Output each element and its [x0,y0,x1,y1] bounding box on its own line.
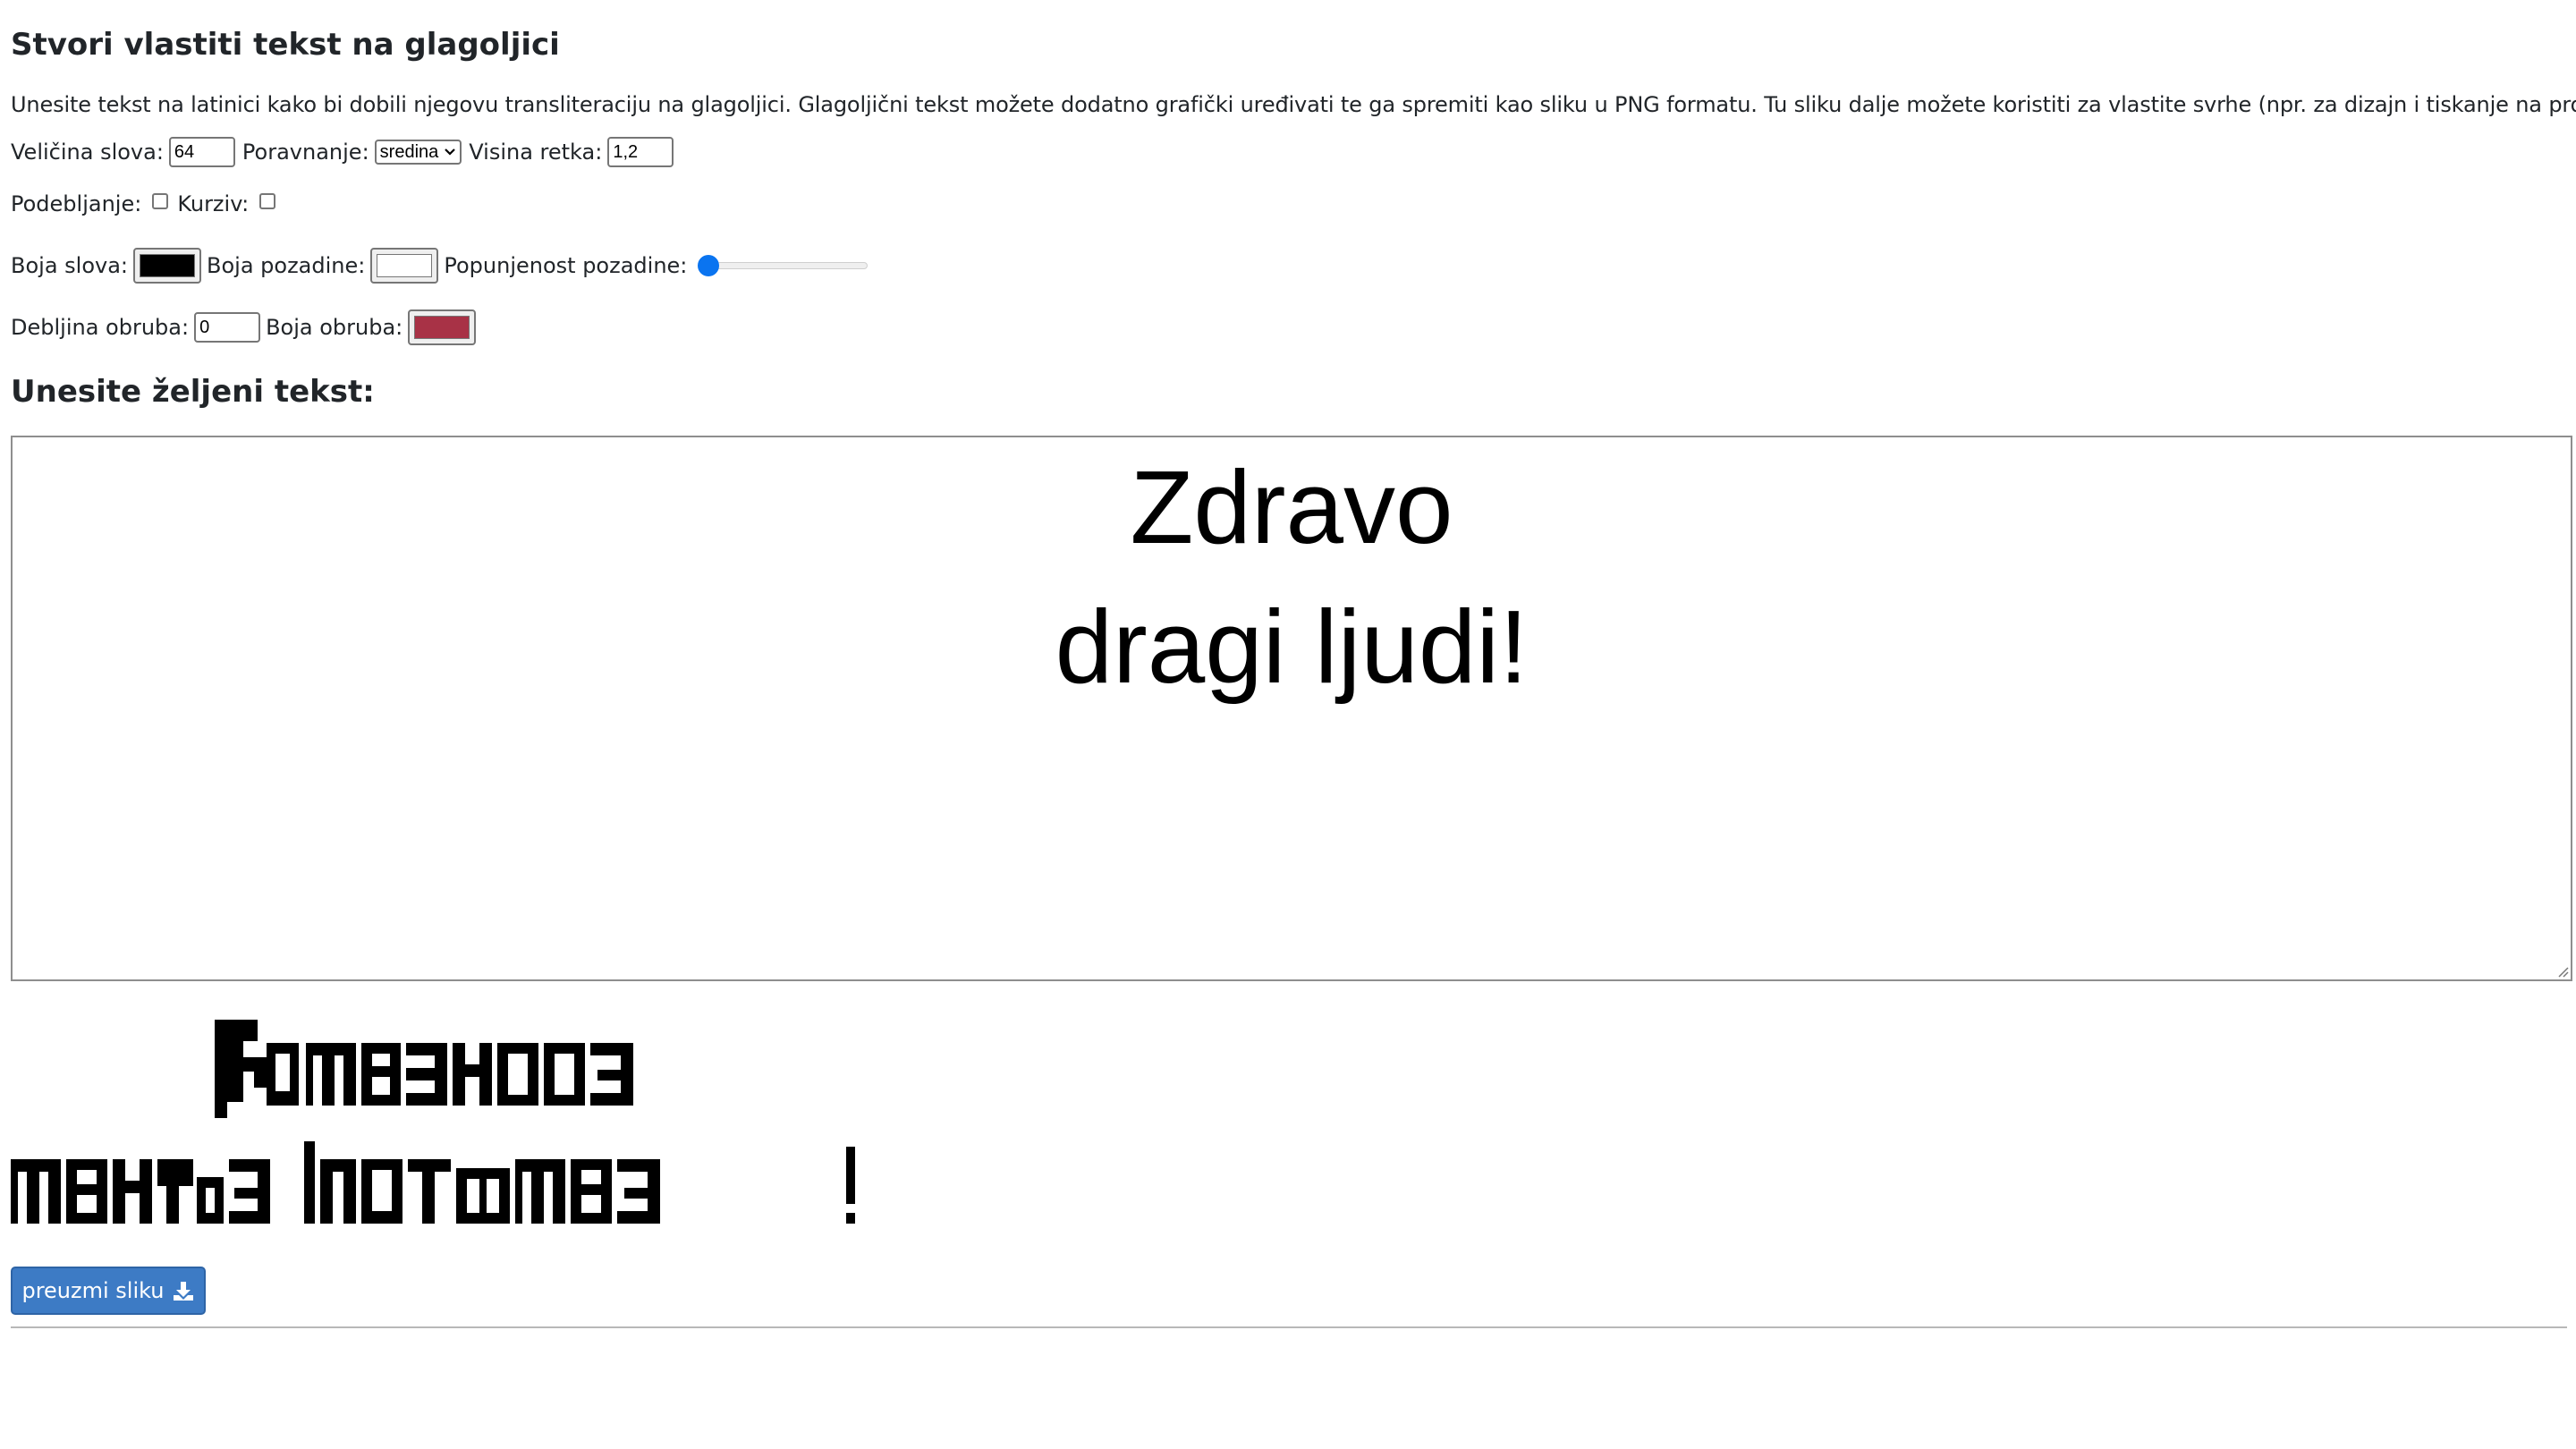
underline-label: Podebljanje: [11,191,142,216]
italic-label: Kurziv: [177,191,250,216]
bottom-divider [11,1326,2567,1328]
line-height-value: 1,2 [613,141,639,162]
bg-color-swatch [377,254,433,277]
bg-fill-label: Popunjenost pozadine: [444,253,688,278]
align-select[interactable]: sredina [374,140,462,165]
line-height-input[interactable]: 1,2 [607,137,674,167]
font-settings-row: Veličina slova: 64 Poravnanje: sredina V… [11,137,674,167]
stroke-color-picker[interactable] [408,309,477,345]
text-color-swatch [140,254,196,277]
glagolitic-preview-image [11,1020,855,1224]
bg-fill-slider[interactable] [698,255,869,276]
font-size-input[interactable]: 64 [168,137,235,167]
color-row: Boja slova: Boja pozadine: Popunjenost p… [11,248,869,284]
input-line-2: dragi ljudi! [1055,589,1529,705]
stroke-row: Debljina obruba: 0 Boja obruba: [11,309,477,345]
stroke-width-value: 0 [199,317,210,337]
stroke-color-label: Boja obruba: [266,315,403,340]
text-color-label: Boja slova: [11,253,129,278]
underline-checkbox[interactable] [152,193,169,209]
download-image-button[interactable]: preuzmi sliku [11,1267,206,1315]
font-size-label: Veličina slova: [11,140,164,165]
text-color-picker[interactable] [133,248,202,284]
font-size-value: 64 [174,141,195,162]
input-heading: Unesite željeni tekst: [11,374,375,410]
line-height-label: Visina retka: [469,140,603,165]
slider-track [701,262,869,269]
glagolitic-line-2 [11,1141,855,1224]
align-value: sredina [379,141,439,162]
input-line-1: Zdravo [1130,449,1453,565]
align-label: Poravnanje: [242,140,369,165]
italic-checkbox[interactable] [259,193,276,209]
latin-text-input[interactable]: Zdravo dragi ljudi! [11,436,2572,981]
stroke-width-input[interactable]: 0 [194,312,261,343]
resize-grip-icon[interactable] [2556,965,2569,978]
bg-color-picker[interactable] [370,248,439,284]
download-icon [173,1282,193,1301]
intro-text: Unesite tekst na latinici kako bi dobili… [11,92,2576,117]
page-title: Stvori vlastiti tekst na glagoljici [11,27,560,63]
glagolitic-line-1 [215,1020,633,1118]
stroke-color-swatch [414,316,470,339]
stroke-width-label: Debljina obruba: [11,315,190,340]
style-checkbox-row: Podebljanje: Kurziv: [11,191,276,216]
slider-thumb[interactable] [698,255,720,276]
download-button-label: preuzmi sliku [21,1278,165,1303]
bg-color-label: Boja pozadine: [207,253,366,278]
chevron-down-icon [445,148,456,156]
